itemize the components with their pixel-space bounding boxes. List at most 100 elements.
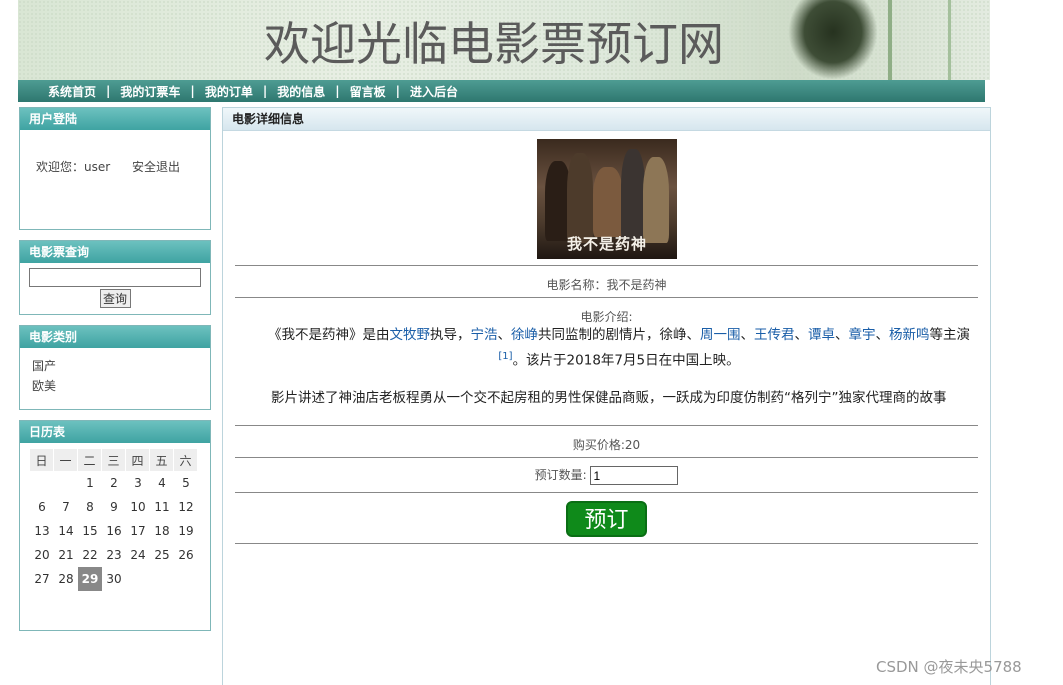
actor-link[interactable]: 谭卓 (808, 327, 835, 343)
calendar-day[interactable]: 16 (102, 519, 126, 543)
calendar-title: 日历表 (20, 421, 210, 443)
calendar-day[interactable]: 1 (78, 471, 102, 495)
calendar-day[interactable]: 3 (126, 471, 150, 495)
poster-title-text: 我不是药神 (567, 235, 648, 253)
actor-link[interactable]: 杨新鸣 (889, 327, 930, 343)
weekday-header: 六 (174, 449, 198, 471)
movie-price: 购买价格:20 (572, 438, 641, 452)
weekday-header: 四 (126, 449, 150, 471)
calendar-day[interactable]: 20 (30, 543, 54, 567)
nav-separator: | (335, 84, 340, 98)
calendar-day[interactable]: 28 (54, 567, 78, 591)
calendar-day[interactable]: 11 (150, 495, 174, 519)
movie-intro-label: 电影介绍: (580, 310, 633, 324)
user-login-title: 用户登陆 (20, 108, 210, 130)
movie-category-panel: 电影类别 国产 欧美 (19, 325, 211, 410)
calendar-day[interactable]: 27 (30, 567, 54, 591)
intro-text: 、 (497, 327, 512, 343)
calendar-day[interactable]: 2 (102, 471, 126, 495)
calendar-day[interactable]: 12 (174, 495, 198, 519)
actor-link[interactable]: 王传君 (754, 327, 795, 343)
calendar-day[interactable]: 6 (30, 495, 54, 519)
category-item-domestic[interactable]: 国产 (32, 356, 210, 376)
calendar-day[interactable]: 18 (150, 519, 174, 543)
nav-home[interactable]: 系统首页 (48, 83, 96, 100)
top-nav: 系统首页 | 我的订票车 | 我的订单 | 我的信息 | 留言板 | 进入后台 (18, 80, 985, 102)
intro-text: 共同监制的剧情片，徐峥、 (538, 327, 700, 343)
calendar-day[interactable]: 15 (78, 519, 102, 543)
producer-link[interactable]: 徐峥 (511, 327, 538, 343)
nav-admin[interactable]: 进入后台 (410, 83, 458, 100)
calendar-day[interactable]: 9 (102, 495, 126, 519)
reference-link[interactable]: [1] (498, 351, 512, 362)
calendar-day[interactable]: 13 (30, 519, 54, 543)
weekday-header: 一 (54, 449, 78, 471)
weekday-header: 日 (30, 449, 54, 471)
search-input[interactable] (29, 268, 201, 287)
divider (235, 457, 978, 458)
banner-bamboo-decoration (888, 0, 892, 80)
calendar-day[interactable]: 10 (126, 495, 150, 519)
movie-detail-panel: 电影详细信息 我不是药神 电影名称：我不是药神 电影介绍: 《我不是药神》是由文… (222, 107, 991, 685)
movie-detail-title: 电影详细信息 (223, 108, 990, 131)
calendar-day[interactable]: 21 (54, 543, 78, 567)
calendar-empty-cell (30, 471, 54, 495)
weekday-header: 三 (102, 449, 126, 471)
calendar-panel: 日历表 日 一 二 三 四 五 六 1 2 3 4 5 6 7 8 9 10 11 12 13 14 15 1… (19, 420, 211, 631)
nav-separator: | (190, 84, 195, 98)
intro-text: 、 (740, 327, 755, 343)
search-button[interactable]: 查询 (99, 289, 131, 308)
producer-link[interactable]: 宁浩 (471, 327, 498, 343)
calendar-day[interactable]: 4 (150, 471, 174, 495)
divider (235, 297, 978, 298)
calendar-day[interactable]: 14 (54, 519, 78, 543)
calendar-empty-cell (54, 471, 78, 495)
calendar-day[interactable]: 17 (126, 519, 150, 543)
nav-separator: | (106, 84, 111, 98)
movie-name: 电影名称：我不是药神 (546, 278, 667, 292)
order-quantity-input[interactable] (590, 466, 679, 485)
director-link[interactable]: 文牧野 (390, 327, 431, 343)
calendar-empty-cell (174, 567, 198, 591)
banner-figure-image (788, 0, 878, 80)
logout-link[interactable]: 安全退出 (132, 160, 180, 174)
calendar-day[interactable]: 26 (174, 543, 198, 567)
banner-bamboo-decoration (948, 0, 951, 80)
divider (235, 265, 978, 266)
intro-text: 《我不是药神》是由 (268, 327, 390, 343)
nav-my-orders[interactable]: 我的订单 (205, 83, 253, 100)
intro-text: 、 (794, 327, 809, 343)
user-login-panel: 用户登陆 欢迎您：user 安全退出 (19, 107, 211, 230)
calendar-day[interactable]: 19 (174, 519, 198, 543)
calendar-day-today[interactable]: 29 (78, 567, 102, 591)
intro-text: 等主演 (929, 327, 971, 343)
calendar-day[interactable]: 25 (150, 543, 174, 567)
calendar-day[interactable]: 24 (126, 543, 150, 567)
divider (235, 543, 978, 544)
nav-separator: | (395, 84, 401, 98)
order-button[interactable]: 预订 (566, 501, 647, 537)
calendar-grid: 日 一 二 三 四 五 六 1 2 3 4 5 6 7 8 9 10 11 12 13 14 15 16 17 1… (30, 449, 198, 591)
csdn-watermark: CSDN @夜未央5788 (876, 658, 1022, 676)
weekday-header: 二 (78, 449, 102, 471)
calendar-empty-cell (150, 567, 174, 591)
actor-link[interactable]: 周一围 (700, 327, 741, 343)
intro-text: 执导， (430, 327, 471, 343)
site-banner: 欢迎光临电影票预订网 (18, 0, 990, 80)
nav-ticket-cart[interactable]: 我的订票车 (120, 83, 180, 100)
nav-message-board[interactable]: 留言板 (350, 83, 386, 100)
calendar-empty-cell (126, 567, 150, 591)
actor-link[interactable]: 章宇 (849, 327, 876, 343)
nav-my-info[interactable]: 我的信息 (277, 83, 325, 100)
intro-text: 、 (875, 327, 890, 343)
calendar-day[interactable]: 5 (174, 471, 198, 495)
category-item-western[interactable]: 欧美 (32, 376, 210, 396)
divider (235, 425, 978, 426)
calendar-day[interactable]: 8 (78, 495, 102, 519)
calendar-day[interactable]: 30 (102, 567, 126, 591)
calendar-day[interactable]: 7 (54, 495, 78, 519)
calendar-day[interactable]: 23 (102, 543, 126, 567)
calendar-day[interactable]: 22 (78, 543, 102, 567)
weekday-header: 五 (150, 449, 174, 471)
movie-poster-image: 我不是药神 (537, 139, 677, 259)
